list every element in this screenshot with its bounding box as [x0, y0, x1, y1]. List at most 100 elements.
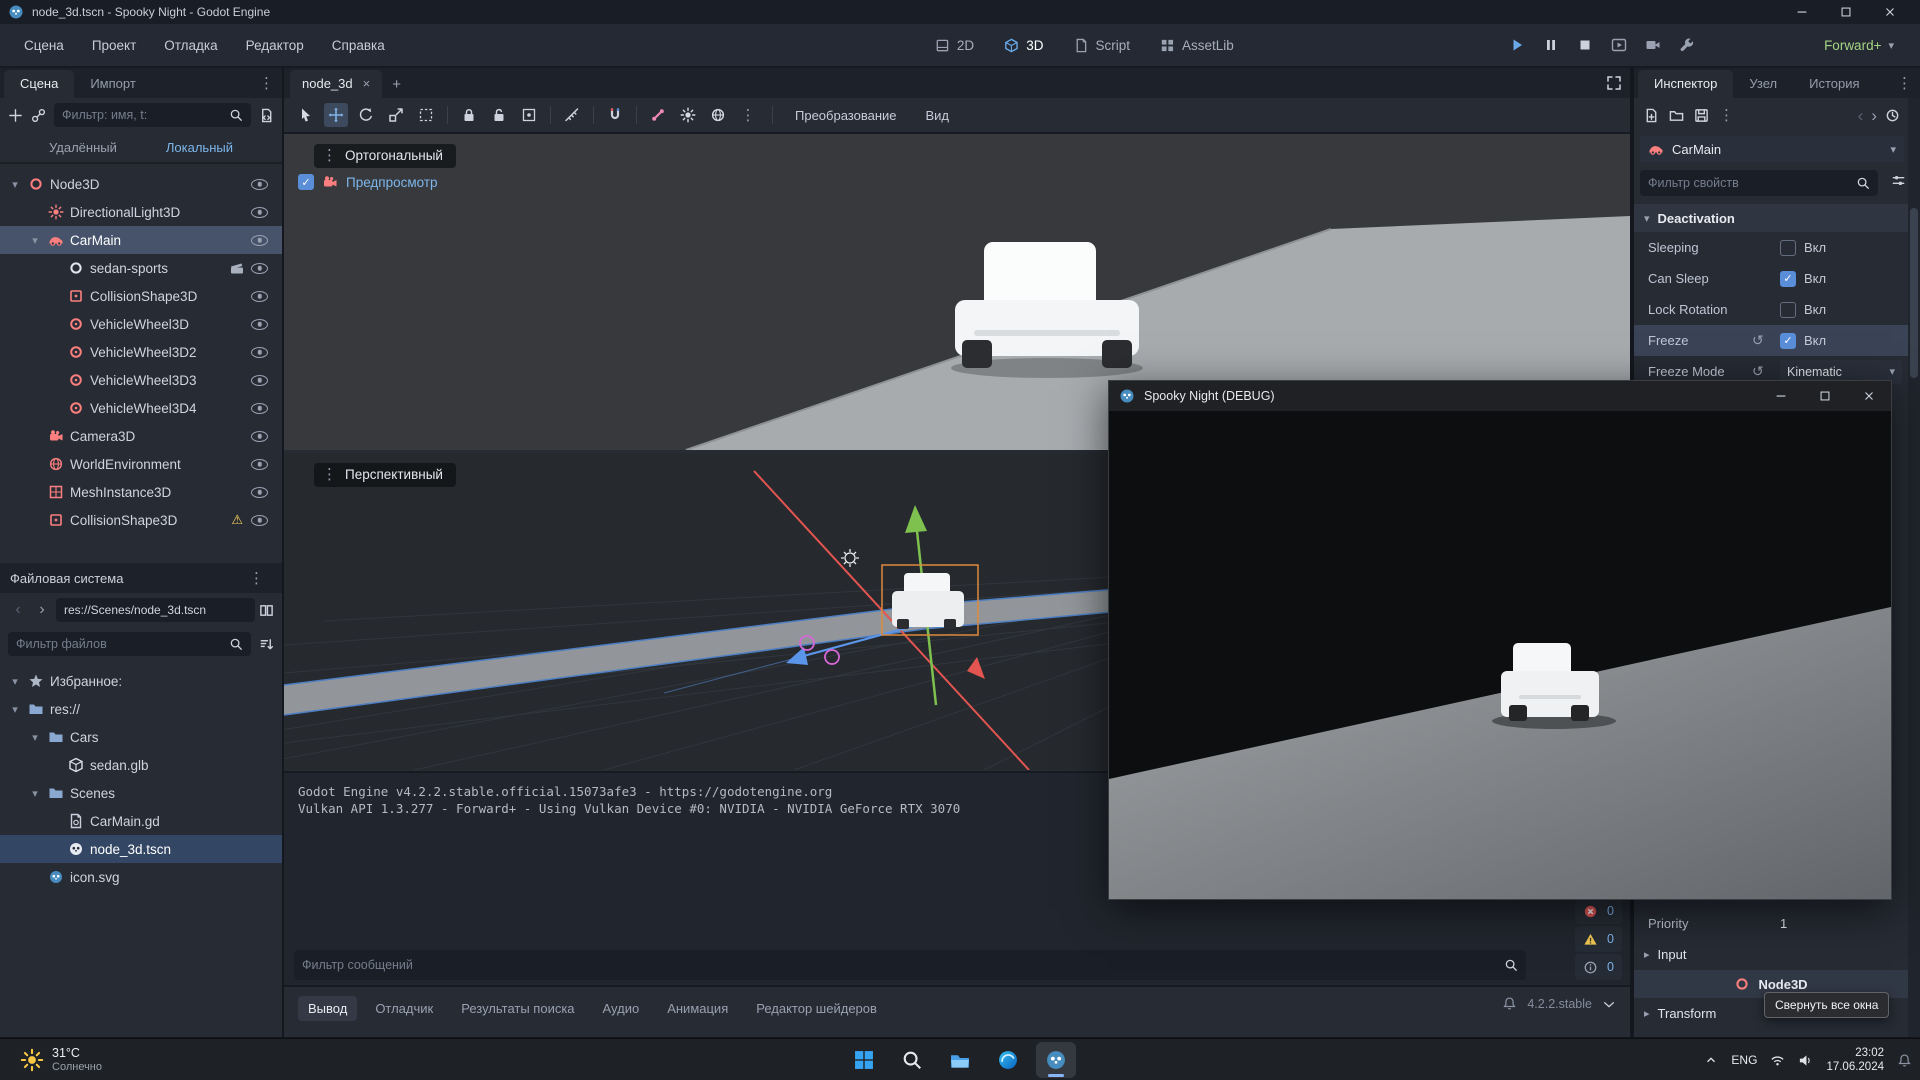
snap-tool-icon[interactable] [603, 103, 627, 127]
menu-Редактор[interactable]: Редактор [234, 32, 316, 59]
filesystem-item[interactable]: node_3d.tscn [0, 835, 282, 863]
message-counter[interactable]: 0 [1575, 954, 1622, 980]
filesystem-item[interactable]: ▾res:// [0, 695, 282, 723]
checkbox[interactable] [1780, 271, 1796, 287]
checkbox[interactable] [1780, 302, 1796, 318]
instance-scene-icon[interactable] [31, 108, 46, 123]
visibility-eye-icon[interactable] [251, 431, 268, 442]
inspector-property[interactable]: Priority 1 [1634, 908, 1908, 939]
inspector-tab-История[interactable]: История [1793, 70, 1875, 98]
notifications-bell-icon[interactable] [1502, 996, 1517, 1011]
history-forward-icon[interactable]: › [32, 599, 52, 621]
filesystem-item[interactable]: sedan.glb [0, 751, 282, 779]
scene-tree-item[interactable]: ▾CarMain [0, 226, 282, 254]
expand-arrow-icon[interactable]: ▾ [8, 675, 22, 688]
filesystem-path[interactable] [56, 598, 255, 622]
scene-tree-item[interactable]: ▾Node3D [0, 170, 282, 198]
save-resource-icon[interactable] [1694, 108, 1709, 123]
fullscreen-icon[interactable] [1606, 75, 1622, 91]
taskbar-app-search[interactable] [892, 1042, 932, 1078]
filesystem-filter-input[interactable] [16, 637, 223, 651]
sort-icon[interactable] [259, 637, 274, 652]
section-input[interactable]: ▸ Input [1634, 939, 1908, 970]
mode-script[interactable]: Script [1063, 33, 1140, 58]
mode-3d[interactable]: 3D [994, 33, 1053, 58]
rotate-tool-icon[interactable] [354, 103, 378, 127]
history-forward-icon[interactable]: › [1871, 107, 1877, 124]
visibility-eye-icon[interactable] [251, 263, 268, 274]
viewport-label-orthogonal[interactable]: ⋮ Ортогональный [314, 144, 456, 168]
bottom-tab-Аудио[interactable]: Аудио [593, 996, 650, 1021]
scene-filter[interactable] [54, 103, 251, 127]
taskbar-app-explorer[interactable] [940, 1042, 980, 1078]
property-filter-input[interactable] [1648, 176, 1850, 190]
add-node-icon[interactable] [8, 108, 23, 123]
tab-local[interactable]: Локальный [166, 140, 233, 155]
scene-tree-item[interactable]: CollisionShape3D⚠ [0, 506, 282, 534]
history-back-icon[interactable]: ‹ [1858, 107, 1864, 124]
unlock-tool-icon[interactable] [487, 103, 511, 127]
camera-preview-toggle[interactable]: Предпросмотр [298, 174, 438, 190]
viewport-menu-icon[interactable]: ⋮ [322, 148, 337, 163]
move-tool-icon[interactable] [324, 103, 348, 127]
scene-tree-item[interactable]: VehicleWheel3D2 [0, 338, 282, 366]
play-button[interactable] [1504, 32, 1530, 58]
visibility-eye-icon[interactable] [251, 459, 268, 470]
visibility-eye-icon[interactable] [251, 207, 268, 218]
play-scene-button[interactable] [1606, 32, 1632, 58]
filesystem-item[interactable]: ▾Scenes [0, 779, 282, 807]
menu-Сцена[interactable]: Сцена [12, 32, 76, 59]
resource-menu-icon[interactable]: ⋮ [1719, 108, 1734, 123]
inspector-options-icon[interactable] [1891, 173, 1906, 188]
collapse-panel-icon[interactable] [1602, 997, 1616, 1011]
close-icon[interactable] [1847, 381, 1891, 411]
pause-button[interactable] [1538, 32, 1564, 58]
visibility-eye-icon[interactable] [251, 403, 268, 414]
scene-tree-item[interactable]: VehicleWheel3D4 [0, 394, 282, 422]
tab-scene[interactable]: node_3d × [290, 70, 382, 98]
checkbox[interactable] [1780, 333, 1796, 349]
visibility-eye-icon[interactable] [251, 179, 268, 190]
bottom-tab-Результаты поиска[interactable]: Результаты поиска [451, 996, 584, 1021]
property-value[interactable]: 1 [1780, 916, 1787, 931]
minimize-icon[interactable] [1780, 0, 1824, 24]
preview-checkbox[interactable] [298, 174, 314, 190]
scene-dock-tab-Сцена[interactable]: Сцена [4, 70, 74, 98]
lock-tool-icon[interactable] [457, 103, 481, 127]
warning-counter[interactable]: 0 [1575, 926, 1622, 952]
expand-arrow-icon[interactable]: ▾ [8, 703, 22, 716]
box-select-tool-icon[interactable] [414, 103, 438, 127]
expand-arrow-icon[interactable]: ▾ [28, 787, 42, 800]
viewport-label-perspective[interactable]: ⋮ Перспективный [314, 463, 456, 487]
group-tool-icon[interactable] [517, 103, 541, 127]
menu-Проект[interactable]: Проект [80, 32, 148, 59]
load-resource-icon[interactable] [1669, 108, 1684, 123]
visibility-eye-icon[interactable] [251, 515, 268, 526]
edited-node-select[interactable]: CarMain ▾ [1640, 136, 1904, 162]
property-filter[interactable] [1640, 170, 1878, 196]
menu-transform[interactable]: Преобразование [785, 102, 907, 129]
menu-Отладка[interactable]: Отладка [152, 32, 229, 59]
visibility-eye-icon[interactable] [251, 347, 268, 358]
select-tool-icon[interactable] [294, 103, 318, 127]
visibility-eye-icon[interactable] [251, 235, 268, 246]
notification-bell-icon[interactable] [1897, 1053, 1912, 1068]
scrollbar-thumb[interactable] [1910, 208, 1918, 378]
wifi-icon[interactable] [1770, 1053, 1785, 1068]
close-tab-icon[interactable]: × [363, 76, 371, 91]
taskbar-clock[interactable]: 23:02 17.06.2024 [1826, 1046, 1884, 1074]
inspector-tab-Узел[interactable]: Узел [1733, 70, 1793, 98]
stop-button[interactable] [1572, 32, 1598, 58]
scene-tree-item[interactable]: sedan-sports [0, 254, 282, 282]
visibility-eye-icon[interactable] [251, 375, 268, 386]
dock-menu-icon[interactable]: ⋮ [249, 571, 264, 586]
debug-window-titlebar[interactable]: Spooky Night (DEBUG) [1109, 381, 1891, 411]
scene-tree-item[interactable]: VehicleWheel3D [0, 310, 282, 338]
volume-icon[interactable] [1798, 1053, 1813, 1068]
viewport-menu-icon[interactable]: ⋮ [322, 467, 337, 482]
error-counter[interactable]: 0 [1575, 898, 1622, 924]
output-filter[interactable] [294, 950, 1526, 980]
mode-assetlib[interactable]: AssetLib [1150, 33, 1244, 58]
revert-icon[interactable]: ↺ [1752, 332, 1764, 349]
tab-remote[interactable]: Удалённый [49, 140, 117, 155]
